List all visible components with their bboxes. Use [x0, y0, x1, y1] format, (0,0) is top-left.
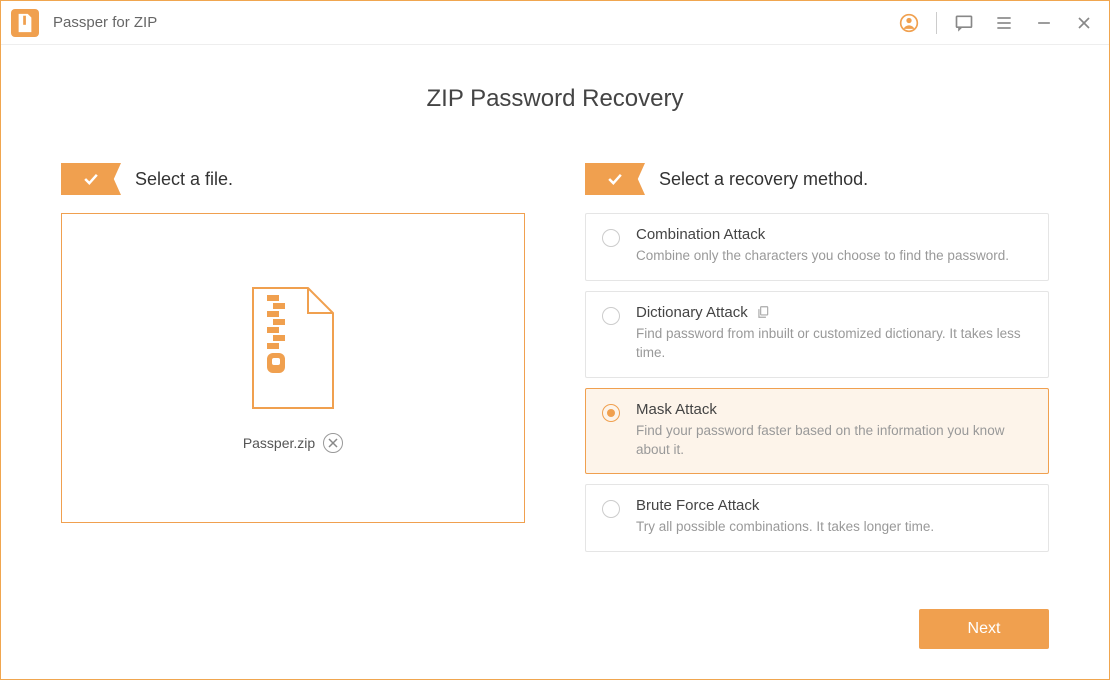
method-mask[interactable]: Mask Attack Find your password faster ba…	[585, 388, 1049, 475]
method-desc: Find password from inbuilt or customized…	[636, 325, 1032, 363]
method-title: Combination Attack	[636, 226, 765, 243]
step2-check-icon	[585, 163, 645, 195]
menu-icon[interactable]	[991, 10, 1017, 36]
method-title: Mask Attack	[636, 401, 717, 418]
close-icon[interactable]	[1071, 10, 1097, 36]
next-button[interactable]: Next	[919, 609, 1049, 649]
method-title: Brute Force Attack	[636, 497, 759, 514]
minimize-icon[interactable]	[1031, 10, 1057, 36]
columns: Select a file.	[61, 163, 1049, 609]
selected-file-row: Passper.zip	[243, 433, 343, 453]
selected-file-name: Passper.zip	[243, 435, 315, 451]
radio-icon	[602, 307, 620, 325]
page-title: ZIP Password Recovery	[61, 85, 1049, 113]
file-column: Select a file.	[61, 163, 525, 609]
radio-icon	[602, 404, 620, 422]
account-icon[interactable]	[896, 10, 922, 36]
content: ZIP Password Recovery Select a file.	[1, 45, 1109, 609]
method-desc: Combine only the characters you choose t…	[636, 247, 1032, 266]
app-icon	[11, 9, 39, 37]
step2-label: Select a recovery method.	[659, 169, 868, 190]
step1-label: Select a file.	[135, 169, 233, 190]
titlebar-actions	[896, 10, 1097, 36]
method-desc: Find your password faster based on the i…	[636, 422, 1032, 460]
method-brute[interactable]: Brute Force Attack Try all possible comb…	[585, 484, 1049, 552]
import-dictionary-icon[interactable]	[756, 305, 770, 319]
step1-header: Select a file.	[61, 163, 525, 195]
remove-file-button[interactable]	[323, 433, 343, 453]
radio-icon	[602, 229, 620, 247]
titlebar: Passper for ZIP	[1, 1, 1109, 45]
titlebar-separator	[936, 12, 937, 34]
file-drop-panel[interactable]: Passper.zip	[61, 213, 525, 523]
step2-header: Select a recovery method.	[585, 163, 1049, 195]
method-dictionary[interactable]: Dictionary Attack Find password from inb…	[585, 291, 1049, 378]
method-list: Combination Attack Combine only the char…	[585, 213, 1049, 552]
method-title: Dictionary Attack	[636, 304, 748, 321]
step1-check-icon	[61, 163, 121, 195]
radio-icon	[602, 500, 620, 518]
method-desc: Try all possible combinations. It takes …	[636, 518, 1032, 537]
app-window: Passper for ZIP ZIP Password Recovery	[0, 0, 1110, 680]
zip-file-icon	[243, 283, 343, 413]
footer: Next	[1, 609, 1109, 679]
method-combination[interactable]: Combination Attack Combine only the char…	[585, 213, 1049, 281]
feedback-icon[interactable]	[951, 10, 977, 36]
method-column: Select a recovery method. Combination At…	[585, 163, 1049, 609]
app-title: Passper for ZIP	[53, 14, 157, 31]
